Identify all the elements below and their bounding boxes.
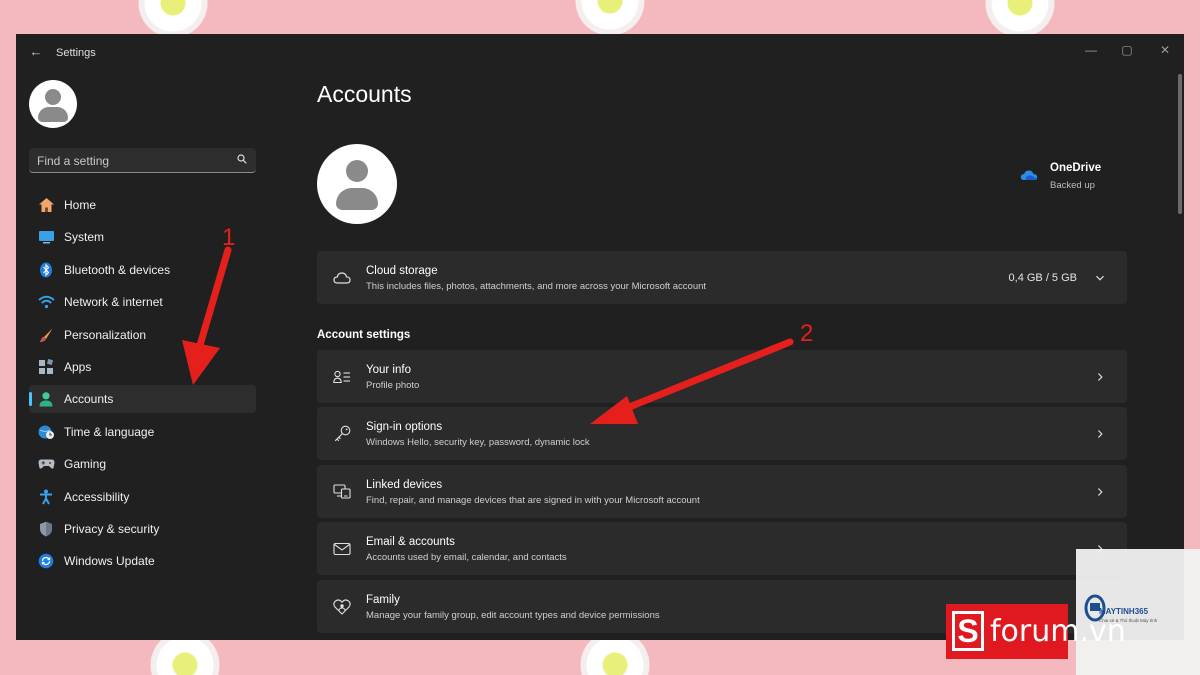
card-title: Linked devices: [366, 479, 443, 491]
card-title: Sign-in options: [366, 421, 443, 433]
avatar-head-icon: [45, 89, 61, 105]
setting-your-info[interactable]: Your info Profile photo: [317, 350, 1127, 403]
sidebar-item-label: Bluetooth & devices: [64, 262, 171, 277]
sidebar-item-label: Home: [64, 198, 97, 212]
chevron-right-icon[interactable]: [1095, 429, 1105, 439]
sidebar-item-label: Privacy & security: [64, 521, 160, 536]
minimize-button[interactable]: —: [1076, 40, 1106, 60]
shield-icon: [37, 520, 55, 538]
flower-decoration: [985, 0, 1055, 38]
close-button[interactable]: ✕: [1150, 40, 1180, 60]
globe-clock-icon: [37, 423, 55, 441]
title-bar: ← Settings — ▢ ✕: [16, 34, 1184, 72]
chevron-right-icon[interactable]: [1095, 487, 1105, 497]
search-input[interactable]: [37, 152, 227, 169]
sidebar-item-label: Gaming: [64, 457, 107, 472]
chevron-right-icon[interactable]: [1095, 372, 1105, 382]
sidebar-item-network[interactable]: Network & internet: [29, 288, 256, 316]
brush-icon: [37, 326, 55, 344]
apps-icon: [37, 358, 55, 376]
setting-email-accounts[interactable]: Email & accounts Accounts used by email,…: [317, 522, 1127, 575]
card-subtitle: Find, repair, and manage devices that ar…: [366, 495, 700, 506]
onedrive-cloud-icon: [1020, 170, 1038, 180]
sidebar-item-privacy-security[interactable]: Privacy & security: [29, 515, 256, 543]
account-icon: [37, 390, 55, 408]
search-icon[interactable]: [237, 154, 247, 164]
sidebar-item-time-language[interactable]: Time & language: [29, 418, 256, 446]
scrollbar[interactable]: [1178, 74, 1182, 214]
sidebar-item-accounts[interactable]: Accounts: [29, 385, 256, 414]
sidebar-item-label: Network & internet: [64, 295, 163, 310]
avatar-body-icon: [38, 107, 68, 122]
onedrive-name[interactable]: OneDrive: [1050, 162, 1101, 174]
wifi-icon: [37, 293, 55, 311]
sidebar-item-label: Personalization: [64, 327, 147, 342]
update-icon: [37, 552, 55, 570]
settings-window: ← Settings — ▢ ✕ Home System: [16, 34, 1184, 640]
card-title: Email & accounts: [366, 536, 455, 548]
bluetooth-icon: [37, 261, 55, 279]
card-title: Your info: [366, 364, 411, 376]
sidebar-item-accessibility[interactable]: Accessibility: [29, 483, 256, 511]
sidebar-item-apps[interactable]: Apps: [29, 353, 256, 381]
system-icon: [37, 228, 55, 246]
card-subtitle: Windows Hello, security key, password, d…: [366, 437, 590, 448]
annotation-number-1: 1: [222, 224, 236, 251]
sforum-logo-text: forum.vn: [990, 614, 1126, 649]
back-button[interactable]: ←: [28, 44, 44, 60]
card-subtitle: This includes files, photos, attachments…: [366, 281, 707, 292]
annotation-number-2: 2: [800, 320, 814, 347]
setting-linked-devices[interactable]: Linked devices Find, repair, and manage …: [317, 465, 1127, 518]
search-box[interactable]: [29, 148, 256, 173]
card-subtitle: Profile photo: [366, 380, 420, 391]
sidebar-item-gaming[interactable]: Gaming: [29, 450, 256, 478]
sidebar-item-windows-update[interactable]: Windows Update: [29, 547, 256, 575]
flower-decoration: [575, 0, 645, 36]
cloud-storage-card[interactable]: Cloud storage This includes files, photo…: [317, 251, 1127, 304]
devices-icon: [333, 483, 351, 501]
flower-decoration: [138, 0, 208, 38]
sidebar-item-label: Time & language: [64, 424, 155, 439]
key-icon: [333, 425, 351, 443]
mail-icon: [333, 540, 351, 558]
page-title: Accounts: [317, 81, 412, 107]
sidebar-item-bluetooth[interactable]: Bluetooth & devices: [29, 256, 256, 284]
avatar-body-icon: [336, 188, 378, 210]
cloud-icon: [333, 269, 351, 287]
storage-usage: 0,4 GB / 5 GB: [1008, 271, 1077, 284]
person-details-icon: [333, 368, 351, 386]
avatar[interactable]: [29, 80, 77, 128]
account-avatar[interactable]: [317, 144, 397, 224]
avatar-head-icon: [346, 160, 368, 182]
onedrive-status: Backed up: [1050, 180, 1095, 191]
section-heading: Account settings: [317, 329, 411, 341]
family-heart-icon: [333, 598, 351, 616]
card-subtitle: Manage your family group, edit account t…: [366, 610, 660, 621]
gamepad-icon: [37, 455, 55, 473]
card-title: Cloud storage: [366, 265, 438, 277]
sidebar-item-label: Accessibility: [64, 489, 130, 504]
card-subtitle: Accounts used by email, calendar, and co…: [366, 552, 567, 563]
setting-sign-in-options[interactable]: Sign-in options Windows Hello, security …: [317, 407, 1127, 460]
sidebar-item-personalization[interactable]: Personalization: [29, 321, 256, 349]
sidebar-item-label: Accounts: [64, 392, 114, 407]
sforum-logo-icon: S: [952, 611, 984, 651]
sidebar-item-label: System: [64, 230, 105, 245]
sidebar-item-home[interactable]: Home: [29, 191, 256, 219]
sidebar-item-label: Apps: [64, 359, 92, 374]
app-title: Settings: [56, 47, 96, 59]
maximize-button[interactable]: ▢: [1112, 40, 1142, 60]
sidebar-item-label: Windows Update: [64, 554, 155, 569]
card-title: Family: [366, 594, 400, 606]
home-icon: [37, 196, 55, 214]
accessibility-icon: [37, 488, 55, 506]
chevron-down-icon[interactable]: [1095, 273, 1105, 283]
